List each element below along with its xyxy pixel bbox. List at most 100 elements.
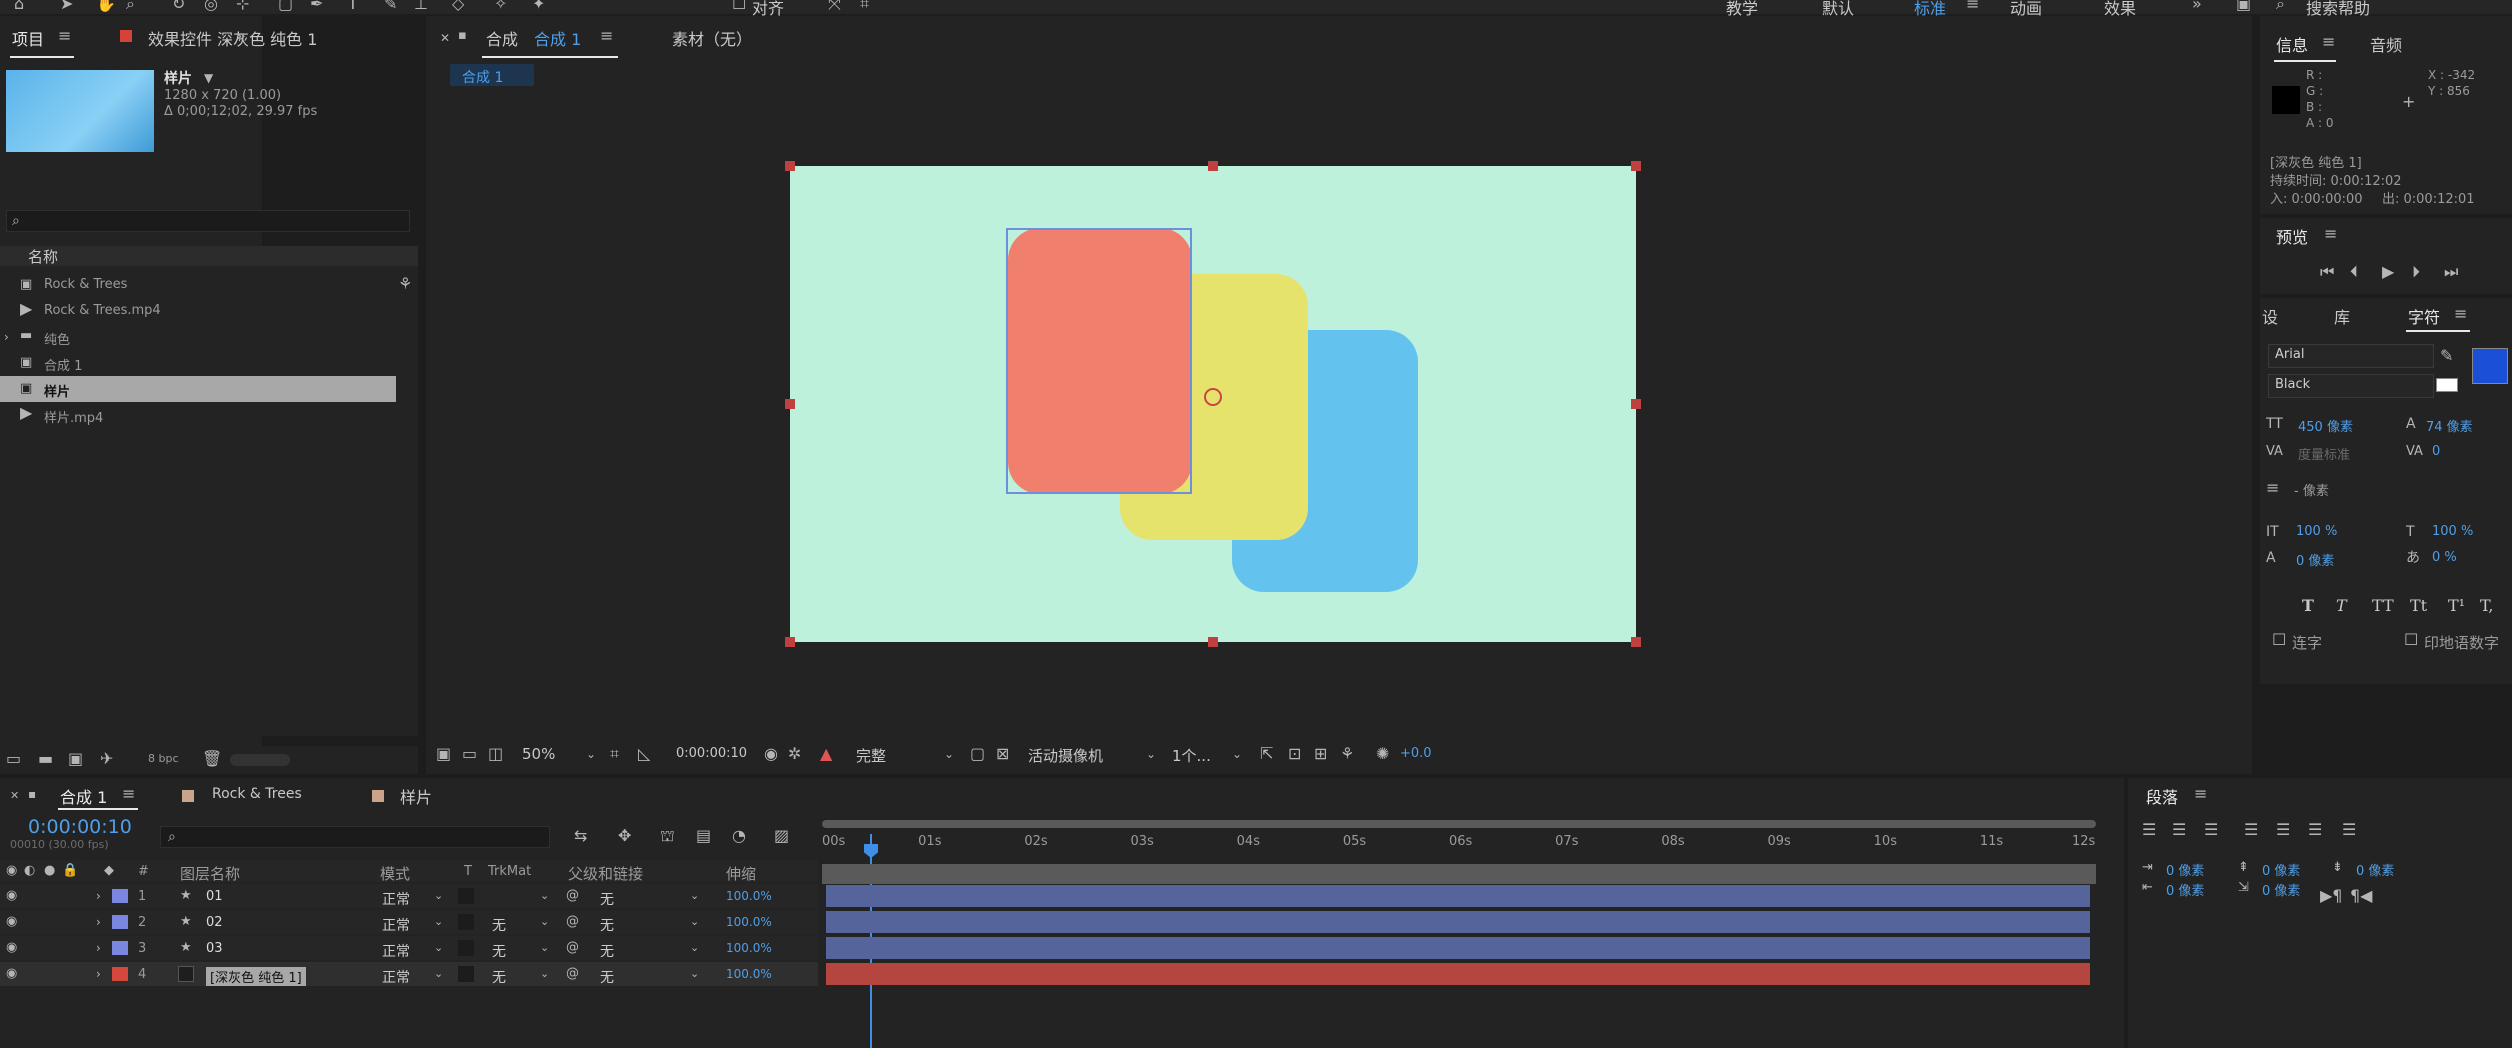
column-t[interactable]: T [464,864,472,879]
layer-stretch[interactable]: 100.0% [726,915,772,929]
chevron-down-icon[interactable]: ⌄ [540,888,549,904]
interpret-footage-icon[interactable]: ▭ [6,751,21,767]
rtl-direction-icon[interactable]: ¶◀ [2350,888,2372,904]
prev-frame-icon[interactable]: ⏴ [2350,264,2358,280]
eye-icon[interactable]: ◉ [6,863,17,879]
flowchart-icon[interactable]: ⚘ [1340,746,1354,762]
chevron-down-icon[interactable]: ⌄ [944,746,954,762]
chevron-down-icon[interactable]: ⌄ [690,888,699,904]
draft-3d-icon[interactable]: ✥ [618,828,631,844]
t-checkbox[interactable] [458,914,474,930]
layer-name[interactable]: [深灰色 纯色 1] [206,967,306,986]
layer-trkmat[interactable]: 无 [492,967,506,987]
pick-whip-icon[interactable]: @ [566,888,579,904]
justify-all-icon[interactable]: ☰ [2342,822,2356,838]
layer-stretch[interactable]: 100.0% [726,967,772,981]
layer-mode[interactable]: 正常 [382,967,410,987]
justify-right-icon[interactable]: ☰ [2308,822,2322,838]
indent-right-value[interactable]: 0 像素 [2166,880,2204,899]
layer-parent[interactable]: 无 [600,941,614,961]
tracking-value[interactable]: 0 [2432,444,2440,459]
project-menu-icon[interactable]: ≡ [58,28,71,44]
layer-row[interactable]: ◉ › 2 ★ 02 正常 ⌄ 无 ⌄ @ 无 ⌄ 100.0% [0,910,818,934]
comp-mini-flowchart-icon[interactable]: ⇆ [574,828,587,844]
transform-handle[interactable] [1208,637,1218,647]
layer-parent[interactable]: 无 [600,915,614,935]
layer-duration-bar[interactable] [826,911,2090,933]
timeline-menu-icon[interactable]: ≡ [122,786,135,802]
snapshot-icon[interactable]: ◉ [764,746,778,762]
transform-handle[interactable] [1631,399,1641,409]
breadcrumb[interactable]: 合成 1 [450,64,534,86]
show-snapshot-icon[interactable]: ✲ [788,746,801,762]
shy-layers-icon[interactable]: ⛫ [660,828,675,844]
expand-arrow-icon[interactable]: › [96,940,101,956]
chevron-down-icon[interactable]: ⌄ [434,914,443,930]
layer-duration-bar[interactable] [826,963,2090,985]
frame-blending-icon[interactable]: ▤ [696,828,711,844]
layer-name[interactable]: 02 [206,915,223,930]
eraser-tool-icon[interactable]: ◇ [452,0,464,12]
zoom-tool-icon[interactable]: ⌕ [126,0,135,12]
expand-arrow-icon[interactable]: › [96,888,101,904]
dropdown-arrow-icon[interactable]: ▼ [204,70,213,86]
project-search-input[interactable] [6,210,410,232]
lock-icon[interactable]: ▪ [28,786,36,802]
layer-duration-bar[interactable] [826,937,2090,959]
lock-icon[interactable]: 🔒 [62,863,78,879]
chevron-down-icon[interactable]: ⌄ [434,888,443,904]
tab-comp1[interactable]: 合成 1 [60,784,107,808]
t-checkbox[interactable] [458,888,474,904]
small-caps-button[interactable]: Tt [2410,596,2427,615]
eye-icon[interactable]: ◉ [6,966,17,982]
expand-arrow-icon[interactable]: › [4,329,9,345]
space-before-value[interactable]: 0 像素 [2262,860,2300,879]
flowchart-icon[interactable]: ⚘ [398,276,412,292]
kerning-value[interactable]: 度量标准 [2298,444,2350,463]
layer-stretch[interactable]: 100.0% [726,941,772,955]
checkbox-icon[interactable]: ☐ [2404,632,2418,648]
roto-tool-icon[interactable]: ✧ [494,0,507,12]
layer-row[interactable]: ◉ › 3 ★ 03 正常 ⌄ 无 ⌄ @ 无 ⌄ 100.0% [0,936,818,960]
close-icon[interactable]: ✕ [440,30,450,46]
chevron-down-icon[interactable]: ⌄ [690,940,699,956]
list-item[interactable]: ▶ Rock & Trees.mp4 [0,298,418,324]
subscript-button[interactable]: T, [2480,596,2493,615]
ltr-direction-icon[interactable]: ▶¶ [2320,888,2342,904]
new-comp-icon[interactable]: ▣ [68,751,83,767]
eye-icon[interactable]: ◉ [6,914,17,930]
name-column-header[interactable]: 名称 [0,246,418,266]
transform-handle[interactable] [785,399,795,409]
comp-range-bar[interactable] [822,864,2096,884]
next-frame-icon[interactable]: ⏵ [2412,264,2420,280]
play-icon[interactable]: ▶ [2382,264,2394,280]
align-right-icon[interactable]: ☰ [2204,822,2218,838]
last-frame-icon[interactable]: ⏭ [2444,264,2458,280]
list-item[interactable]: ▣ 合成 1 [0,350,418,376]
solo-icon[interactable]: ● [44,863,55,879]
tab-rock-trees[interactable]: Rock & Trees [212,786,302,802]
horizontal-scale-value[interactable]: 100 % [2432,524,2473,539]
layer-trkmat[interactable]: 无 [492,915,506,935]
monitor-icon[interactable]: ▭ [462,746,477,762]
leading-value[interactable]: 74 像素 [2426,416,2473,435]
chevron-down-icon[interactable]: ⌄ [690,966,699,982]
current-time[interactable]: 0:00:00:10 [676,746,747,761]
faux-italic-button[interactable]: T [2336,596,2347,615]
panel-overflow-icon[interactable]: » [236,28,246,44]
selection-tool-icon[interactable]: ➤ [60,0,73,12]
font-style-select[interactable]: Black [2268,374,2434,398]
rotate-tool-icon[interactable]: ↻ [172,0,185,12]
font-size-value[interactable]: 450 像素 [2298,416,2353,435]
layer-name[interactable]: 01 [206,889,223,904]
transform-handle[interactable] [785,161,795,171]
tab-footage[interactable]: 素材（无） [672,26,752,50]
column-trkmat[interactable]: TrkMat [488,864,531,879]
grid-icon[interactable]: ⌗ [610,746,619,762]
audio-icon[interactable]: ◐ [24,863,35,879]
chevron-down-icon[interactable]: ⌄ [1232,746,1242,762]
rectangle-tool-icon[interactable]: ▢ [278,0,293,12]
baseline-shift-value[interactable]: 0 像素 [2296,550,2334,569]
chevron-down-icon[interactable]: ⌄ [540,966,549,982]
vertical-scale-value[interactable]: 100 % [2296,524,2337,539]
